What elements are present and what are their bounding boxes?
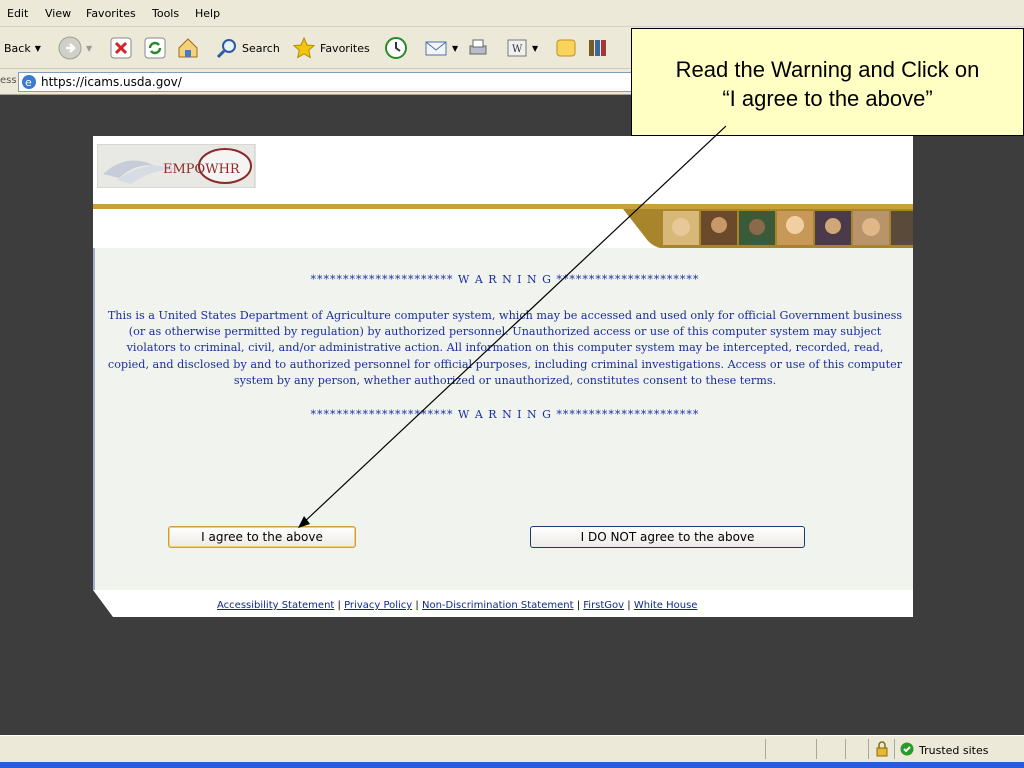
callout-line-2: “I agree to the above” xyxy=(722,86,933,111)
menu-favorites[interactable]: Favorites xyxy=(86,7,136,20)
note-icon xyxy=(556,39,576,57)
warning-text: This is a United States Department of Ag… xyxy=(107,309,903,387)
menu-bar: Edit View Favorites Tools Help xyxy=(0,0,1024,27)
warning-banner-bottom: ********************** W A R N I N G ***… xyxy=(310,408,700,421)
forward-button[interactable]: ▼ xyxy=(58,36,92,60)
security-zone-label: Trusted sites xyxy=(919,744,989,757)
page-header: EMPOWHR xyxy=(93,136,913,204)
empowhr-logo: EMPOWHR xyxy=(97,144,256,188)
menu-view[interactable]: View xyxy=(45,7,71,20)
mail-icon xyxy=(425,41,447,56)
search-icon xyxy=(216,39,236,59)
footer-corner xyxy=(93,590,113,617)
menu-edit[interactable]: Edit xyxy=(7,7,28,20)
edit-word-button[interactable]: W ▼ xyxy=(506,36,538,60)
firstgov-link[interactable]: FirstGov xyxy=(583,600,624,611)
chevron-down-icon: ▼ xyxy=(86,43,93,53)
instruction-callout: Read the Warning and Click on “I agree t… xyxy=(631,28,1024,136)
research-button[interactable] xyxy=(586,36,610,60)
footer-links: Accessibility Statement | Privacy Policy… xyxy=(217,600,698,611)
printer-icon xyxy=(469,39,487,55)
callout-line-1: Read the Warning and Click on xyxy=(675,57,980,82)
logo-wordmark: EMPOWHR xyxy=(163,162,241,177)
home-icon xyxy=(178,38,198,58)
page-footer: Accessibility Statement | Privacy Policy… xyxy=(93,590,913,617)
search-label: Search xyxy=(242,41,280,55)
chevron-down-icon: ▼ xyxy=(532,43,539,53)
word-document-icon: W xyxy=(507,39,527,57)
print-button[interactable] xyxy=(466,36,490,60)
discuss-button[interactable] xyxy=(554,36,578,60)
taskbar xyxy=(0,762,1024,768)
warning-banner-top: ********************** W A R N I N G ***… xyxy=(310,273,700,286)
history-icon xyxy=(385,37,407,59)
home-button[interactable] xyxy=(176,36,200,60)
back-label: Back xyxy=(4,41,31,55)
search-button[interactable]: Search xyxy=(216,36,280,60)
refresh-icon xyxy=(144,37,166,59)
accessibility-link[interactable]: Accessibility Statement xyxy=(217,600,334,611)
menu-help[interactable]: Help xyxy=(195,7,220,20)
address-label: ess xyxy=(0,75,17,86)
lock-icon xyxy=(876,741,888,757)
forward-arrow-icon xyxy=(58,36,82,60)
menu-tools[interactable]: Tools xyxy=(152,7,179,20)
header-photo-strip xyxy=(93,209,913,249)
trusted-sites-icon xyxy=(900,742,914,756)
stop-icon xyxy=(110,37,132,59)
favorites-button[interactable]: Favorites xyxy=(292,36,370,60)
history-button[interactable] xyxy=(384,36,408,60)
web-page: EMPOWHR ********************** W A R N I… xyxy=(93,136,913,617)
books-icon xyxy=(589,40,606,56)
chevron-down-icon: ▼ xyxy=(34,43,41,53)
stop-button[interactable] xyxy=(110,36,132,60)
ie-page-icon: e xyxy=(22,75,36,89)
favorites-label: Favorites xyxy=(320,41,370,55)
back-button[interactable]: Back ▼ xyxy=(4,36,41,60)
status-bar: Trusted sites xyxy=(0,735,1024,763)
agree-button[interactable]: I agree to the above xyxy=(168,526,356,548)
chevron-down-icon: ▼ xyxy=(452,43,459,53)
address-url: https://icams.usda.gov/ xyxy=(41,75,182,89)
white-house-link[interactable]: White House xyxy=(634,600,698,611)
svg-text:e: e xyxy=(25,76,32,89)
mail-button[interactable]: ▼ xyxy=(424,36,458,60)
non-discrimination-link[interactable]: Non-Discrimination Statement xyxy=(422,600,574,611)
privacy-link[interactable]: Privacy Policy xyxy=(344,600,412,611)
svg-text:W: W xyxy=(512,44,523,55)
disagree-button[interactable]: I DO NOT agree to the above xyxy=(530,526,805,548)
refresh-button[interactable] xyxy=(144,36,166,60)
star-icon xyxy=(292,36,316,59)
warning-panel: ********************** W A R N I N G ***… xyxy=(93,248,913,590)
